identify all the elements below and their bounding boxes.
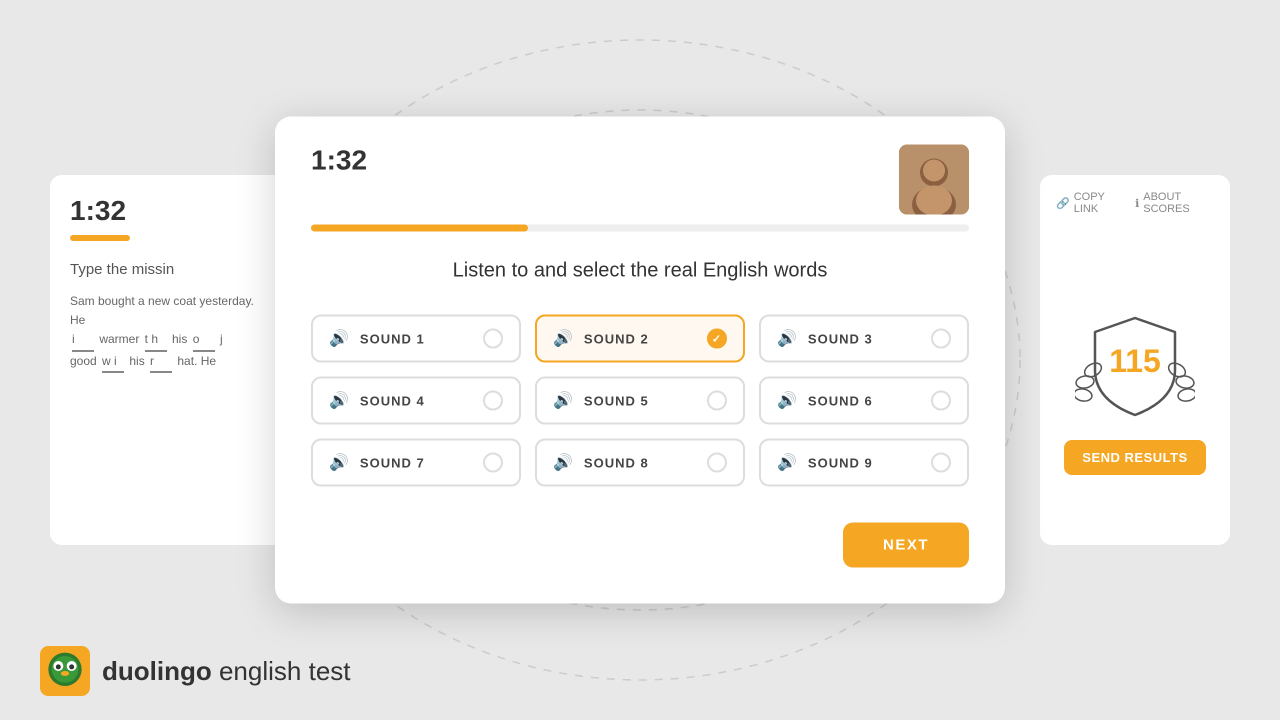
sound-button-3[interactable]: 🔊 SOUND 3 (759, 315, 969, 363)
speaker-icon-1: 🔊 (329, 329, 350, 349)
speaker-icon-8: 🔊 (553, 453, 574, 473)
sound-button-6[interactable]: 🔊 SOUND 6 (759, 377, 969, 425)
about-scores-button[interactable]: ℹ ABOUT SCORES (1135, 191, 1214, 215)
check-icon-9 (931, 453, 951, 473)
modal-progress-bar (311, 225, 969, 232)
left-panel-timer: 1:32 (70, 195, 270, 227)
left-panel-text: Sam bought a new coat yesterday. He i wa… (70, 292, 270, 373)
sound-label-6: SOUND 6 (808, 393, 873, 408)
next-button[interactable]: NEXT (843, 523, 969, 568)
branding: duolingo english test (40, 646, 351, 696)
right-panel: 🔗 COPY LINK ℹ ABOUT SCORES 115 (1040, 175, 1230, 545)
sound-label-5: SOUND 5 (584, 393, 649, 408)
sound-label-3: SOUND 3 (808, 331, 873, 346)
sound-button-8[interactable]: 🔊 SOUND 8 (535, 439, 745, 487)
sound-btn-left-4: 🔊 SOUND 4 (329, 391, 425, 411)
sound-button-1[interactable]: 🔊 SOUND 1 (311, 315, 521, 363)
modal-timer: 1:32 (311, 145, 367, 177)
main-modal: 1:32 Listen to and select the real Engli… (275, 117, 1005, 604)
check-icon-3 (931, 329, 951, 349)
sound-btn-left-2: 🔊 SOUND 2 (553, 329, 649, 349)
check-icon-6 (931, 391, 951, 411)
copy-link-label: COPY LINK (1074, 191, 1119, 215)
sound-label-9: SOUND 9 (808, 455, 873, 470)
sound-btn-left-6: 🔊 SOUND 6 (777, 391, 873, 411)
sound-btn-left-5: 🔊 SOUND 5 (553, 391, 649, 411)
sound-btn-left-1: 🔊 SOUND 1 (329, 329, 425, 349)
sound-button-2[interactable]: 🔊 SOUND 2 ✓ (535, 315, 745, 363)
sound-btn-left-3: 🔊 SOUND 3 (777, 329, 873, 349)
sound-label-1: SOUND 1 (360, 331, 425, 346)
speaker-icon-9: 🔊 (777, 453, 798, 473)
speaker-icon-2: 🔊 (553, 329, 574, 349)
left-panel-progress-bar (70, 235, 130, 241)
info-icon: ℹ (1135, 197, 1139, 210)
left-panel-title: Type the missin (70, 261, 270, 278)
modal-header: 1:32 (311, 145, 969, 215)
sound-btn-left-7: 🔊 SOUND 7 (329, 453, 425, 473)
sound-button-9[interactable]: 🔊 SOUND 9 (759, 439, 969, 487)
sound-btn-left-9: 🔊 SOUND 9 (777, 453, 873, 473)
check-icon-2: ✓ (707, 329, 727, 349)
svg-text:115: 115 (1109, 343, 1161, 379)
check-icon-8 (707, 453, 727, 473)
copy-link-button[interactable]: 🔗 COPY LINK (1056, 191, 1119, 215)
check-icon-7 (483, 453, 503, 473)
left-panel: 1:32 Type the missin Sam bought a new co… (50, 175, 290, 545)
sound-button-7[interactable]: 🔊 SOUND 7 (311, 439, 521, 487)
right-panel-actions: 🔗 COPY LINK ℹ ABOUT SCORES (1056, 191, 1214, 215)
shield-graphic: 115 (1075, 310, 1195, 420)
check-icon-4 (483, 391, 503, 411)
sound-button-4[interactable]: 🔊 SOUND 4 (311, 377, 521, 425)
speaker-icon-4: 🔊 (329, 391, 350, 411)
duolingo-logo (40, 646, 90, 696)
sound-button-5[interactable]: 🔊 SOUND 5 (535, 377, 745, 425)
avatar-image (899, 145, 969, 215)
modal-footer: NEXT (311, 523, 969, 568)
modal-progress-fill (311, 225, 528, 232)
modal-question: Listen to and select the real English wo… (311, 260, 969, 283)
sound-label-7: SOUND 7 (360, 455, 425, 470)
sound-label-2: SOUND 2 (584, 331, 649, 346)
check-icon-5 (707, 391, 727, 411)
link-icon: 🔗 (1056, 197, 1070, 210)
score-shield: 115 SEND RESULTS (1064, 310, 1205, 475)
speaker-icon-3: 🔊 (777, 329, 798, 349)
speaker-icon-7: 🔊 (329, 453, 350, 473)
avatar (899, 145, 969, 215)
speaker-icon-5: 🔊 (553, 391, 574, 411)
send-results-button[interactable]: SEND RESULTS (1064, 440, 1205, 475)
sound-btn-left-8: 🔊 SOUND 8 (553, 453, 649, 473)
brand-name: duolingo english test (102, 656, 351, 687)
sound-label-4: SOUND 4 (360, 393, 425, 408)
check-icon-1 (483, 329, 503, 349)
about-scores-label: ABOUT SCORES (1143, 191, 1214, 215)
speaker-icon-6: 🔊 (777, 391, 798, 411)
sound-label-8: SOUND 8 (584, 455, 649, 470)
sounds-grid: 🔊 SOUND 1 🔊 SOUND 2 ✓ 🔊 SOUND 3 (311, 315, 969, 487)
